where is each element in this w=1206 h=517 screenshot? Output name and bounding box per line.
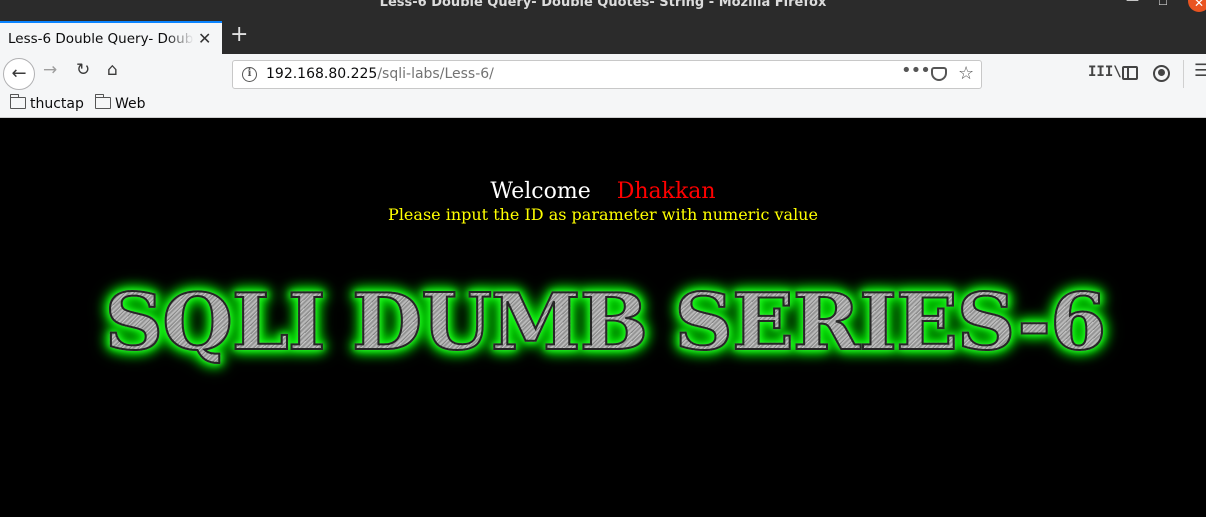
- sidebar-icon[interactable]: [1122, 66, 1138, 80]
- folder-icon: [9, 94, 26, 109]
- folder-icon: [94, 94, 111, 109]
- bookmark-star-icon[interactable]: ☆: [958, 63, 974, 84]
- forward-icon[interactable]: →: [43, 60, 57, 80]
- navigation-toolbar: ← → ↻ ⌂ i 192.168.80.225/sqli-labs/Less-…: [0, 54, 1206, 94]
- tab-strip: Less-6 Double Query- Double Quotes- Stri…: [0, 18, 1206, 54]
- window-close-icon[interactable]: ✕: [1188, 0, 1206, 12]
- site-info-icon[interactable]: i: [242, 67, 257, 82]
- user-name: Dhakkan: [616, 179, 716, 204]
- url-path: /sqli-labs/Less-6/: [377, 66, 494, 82]
- sqli-banner-image: SQLI DUMB SERIES-6: [80, 277, 1130, 369]
- library-icon[interactable]: III\: [1088, 64, 1122, 80]
- url-text[interactable]: 192.168.80.225/sqli-labs/Less-6/: [266, 66, 494, 82]
- minimize-icon[interactable]: —: [1126, 0, 1139, 7]
- new-tab-icon[interactable]: +: [230, 22, 248, 47]
- reload-icon[interactable]: ↻: [76, 60, 90, 80]
- url-host: 192.168.80.225: [266, 66, 378, 82]
- tab-active[interactable]: Less-6 Double Query- Double Quotes- Stri…: [0, 21, 222, 54]
- instruction-text: Please input the ID as parameter with nu…: [388, 205, 818, 224]
- bookmark-label: thuctap: [30, 96, 84, 112]
- bookmarks-toolbar: thuctap Web: [0, 94, 1206, 118]
- maximize-icon[interactable]: ☐: [1158, 0, 1168, 7]
- account-icon[interactable]: [1153, 65, 1170, 82]
- window-titlebar: Less-6 Double Query- Double Quotes- Stri…: [0, 0, 1206, 18]
- toolbar-separator: [1183, 60, 1184, 88]
- welcome-text: Welcome: [490, 179, 591, 204]
- bookmark-folder-thuctap[interactable]: thuctap: [9, 94, 84, 112]
- page-actions-icon[interactable]: •••: [901, 60, 931, 81]
- tab-close-icon[interactable]: ✕: [198, 29, 211, 48]
- tab-title: Less-6 Double Query- Double Quotes- Stri…: [8, 31, 194, 47]
- welcome-line: Welcome Dhakkan: [0, 178, 1206, 206]
- window-title: Less-6 Double Query- Double Quotes- Stri…: [379, 0, 827, 10]
- bookmark-label: Web: [115, 96, 146, 112]
- back-icon[interactable]: ←: [3, 58, 35, 90]
- bookmark-folder-web[interactable]: Web: [94, 94, 146, 112]
- home-icon[interactable]: ⌂: [107, 60, 118, 80]
- pocket-icon[interactable]: [931, 67, 947, 81]
- page-content: Welcome Dhakkan Please input the ID as pa…: [0, 118, 1206, 517]
- url-bar[interactable]: i 192.168.80.225/sqli-labs/Less-6/ ••• ☆: [232, 60, 982, 89]
- hamburger-menu-icon[interactable]: ☰: [1194, 61, 1206, 81]
